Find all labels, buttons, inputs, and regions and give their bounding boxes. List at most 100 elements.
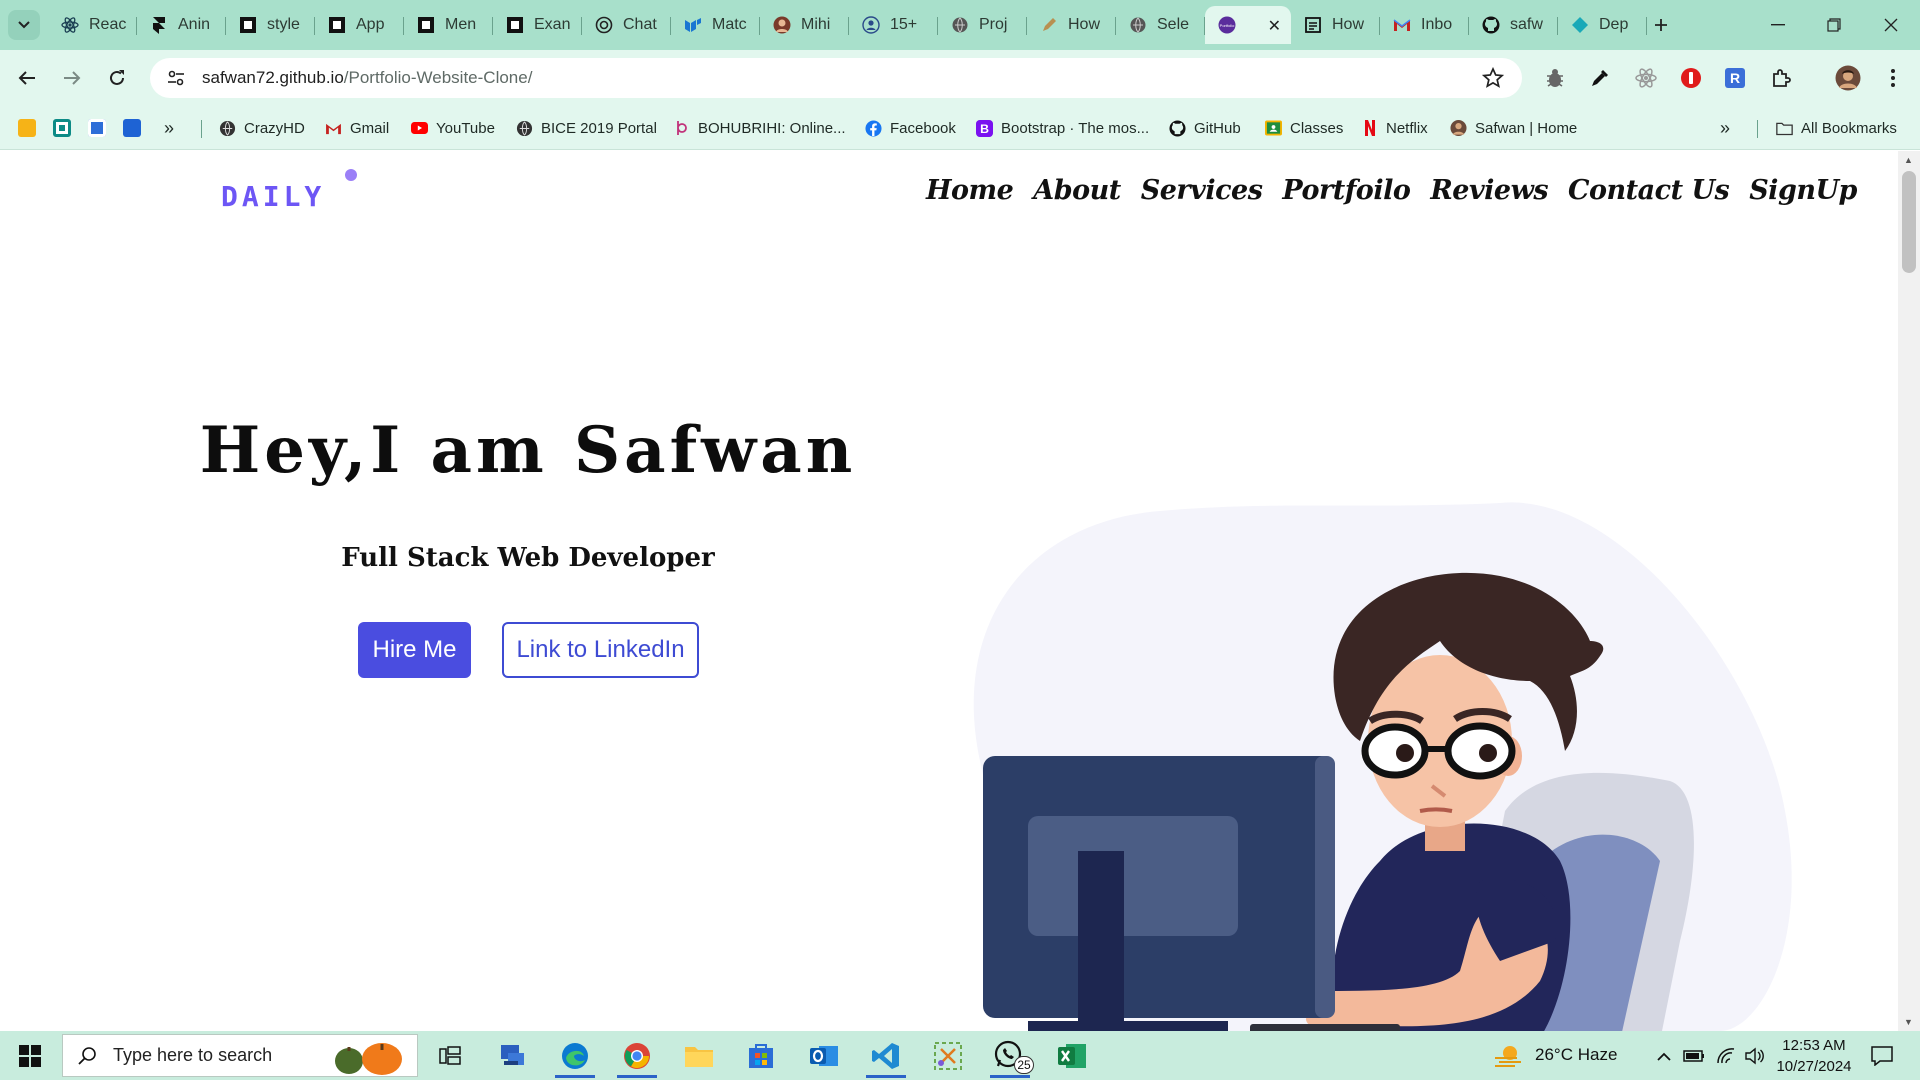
tab[interactable]: Proj bbox=[938, 6, 1027, 44]
weather-widget-icon[interactable] bbox=[1488, 1034, 1528, 1078]
profile-avatar-icon[interactable] bbox=[1834, 64, 1862, 92]
task-view-button[interactable] bbox=[424, 1034, 476, 1078]
bookmark-app-blue[interactable] bbox=[88, 114, 106, 142]
taskbar-app-vscode[interactable] bbox=[860, 1034, 912, 1078]
battery-tray-icon[interactable] bbox=[1680, 1034, 1708, 1078]
taskbar-app-network-tool[interactable] bbox=[487, 1034, 539, 1078]
tab[interactable]: How bbox=[1027, 6, 1116, 44]
bookmark-item[interactable]: Classes bbox=[1265, 114, 1343, 142]
back-button[interactable] bbox=[13, 64, 41, 92]
linkedin-button[interactable]: Link to LinkedIn bbox=[502, 622, 699, 678]
close-window-button[interactable] bbox=[1862, 0, 1920, 50]
taskbar-app-outlook[interactable] bbox=[798, 1034, 850, 1078]
bookmarks-overflow-left[interactable]: » bbox=[164, 114, 174, 142]
hire-me-button[interactable]: Hire Me bbox=[358, 622, 471, 678]
tab[interactable]: Inbo bbox=[1380, 6, 1469, 44]
eyedropper-extension-icon[interactable] bbox=[1587, 65, 1613, 91]
bookmark-item[interactable]: YouTube bbox=[411, 114, 495, 142]
scroll-thumb[interactable] bbox=[1902, 171, 1916, 273]
taskbar-app-excel[interactable] bbox=[1046, 1034, 1098, 1078]
reload-button[interactable] bbox=[103, 64, 131, 92]
scroll-down-arrow-icon[interactable]: ▼ bbox=[1904, 1017, 1913, 1027]
new-tab-button[interactable] bbox=[1648, 12, 1674, 38]
bookmark-item[interactable]: Gmail bbox=[325, 114, 389, 142]
bookmark-item[interactable]: CrazyHD bbox=[219, 114, 305, 142]
tab[interactable]: Men bbox=[404, 6, 493, 44]
react-devtools-icon[interactable] bbox=[1633, 65, 1659, 91]
site-info-icon[interactable] bbox=[166, 68, 186, 88]
nav-services[interactable]: Services bbox=[1141, 175, 1263, 206]
nav-reviews[interactable]: Reviews bbox=[1430, 175, 1548, 206]
tab-active[interactable]: Portfolio ✕ bbox=[1205, 6, 1291, 44]
taskbar-app-whatsapp[interactable]: 25 bbox=[984, 1034, 1036, 1078]
taskbar-app-snipping[interactable] bbox=[922, 1034, 974, 1078]
start-button[interactable] bbox=[0, 1031, 60, 1080]
tab[interactable]: Sele bbox=[1116, 6, 1205, 44]
tab[interactable]: 15+ bbox=[849, 6, 938, 44]
arrow-right-icon bbox=[64, 71, 81, 85]
tab[interactable]: safw bbox=[1469, 6, 1558, 44]
taskbar-clock[interactable]: 12:53 AM 10/27/2024 bbox=[1770, 1035, 1858, 1077]
stop-extension-icon[interactable] bbox=[1678, 65, 1704, 91]
tab[interactable]: style bbox=[226, 6, 315, 44]
taskbar-app-store[interactable] bbox=[735, 1034, 787, 1078]
bookmark-label: Classes bbox=[1290, 119, 1344, 137]
close-tab-icon[interactable]: ✕ bbox=[1268, 16, 1281, 36]
tab[interactable]: App bbox=[315, 6, 404, 44]
taskbar-app-file-explorer[interactable] bbox=[673, 1034, 725, 1078]
chrome-menu-icon[interactable] bbox=[1880, 65, 1906, 91]
all-bookmarks-button[interactable]: All Bookmarks bbox=[1776, 114, 1897, 142]
nav-contact[interactable]: Contact Us bbox=[1568, 175, 1730, 206]
bookmark-item[interactable]: Facebook bbox=[865, 114, 956, 142]
bookmark-item[interactable]: Safwan | Home bbox=[1450, 114, 1577, 142]
tab[interactable]: Dep bbox=[1558, 6, 1647, 44]
tab-search-button[interactable] bbox=[8, 10, 40, 40]
address-bar[interactable]: safwan72.github.io/Portfolio-Website-Clo… bbox=[150, 58, 1522, 98]
tab[interactable]: Exan bbox=[493, 6, 582, 44]
volume-tray-icon[interactable] bbox=[1740, 1034, 1768, 1078]
nav-portfolio[interactable]: Portfoilo bbox=[1282, 175, 1410, 206]
extensions-puzzle-icon[interactable] bbox=[1768, 65, 1794, 91]
taskbar-search[interactable]: Type here to search bbox=[62, 1034, 418, 1077]
mui-icon bbox=[684, 16, 702, 34]
tab-title: 15+ bbox=[890, 16, 918, 33]
network-tray-icon[interactable] bbox=[1712, 1034, 1740, 1078]
bookmark-item[interactable]: BOHUBRIHI: Online... bbox=[673, 114, 846, 142]
restore-button[interactable] bbox=[1805, 0, 1863, 50]
bookmark-item[interactable]: B Bootstrap · The mos... bbox=[976, 114, 1149, 142]
bookmark-app-teal[interactable] bbox=[53, 114, 71, 142]
minimize-button[interactable] bbox=[1749, 0, 1807, 50]
bug-extension-icon[interactable] bbox=[1542, 65, 1568, 91]
tab[interactable]: Anin bbox=[137, 6, 226, 44]
bookmark-item[interactable]: GitHub bbox=[1169, 114, 1241, 142]
tray-overflow-button[interactable] bbox=[1652, 1034, 1676, 1078]
tab[interactable]: Mihi bbox=[760, 6, 849, 44]
tab[interactable]: How bbox=[1291, 6, 1380, 44]
bookmark-label: Facebook bbox=[890, 119, 956, 137]
bookmarks-overflow-right[interactable]: » bbox=[1720, 114, 1730, 142]
nav-about[interactable]: About bbox=[1033, 175, 1121, 206]
site-logo[interactable]: DAILY bbox=[221, 180, 325, 213]
tab[interactable]: Reac bbox=[48, 6, 137, 44]
nav-signup[interactable]: SignUp bbox=[1749, 175, 1857, 206]
page-scrollbar[interactable]: ▲ ▼ bbox=[1898, 151, 1920, 1031]
bookmark-app-yellow[interactable] bbox=[18, 114, 36, 142]
bookmark-item[interactable]: Netflix bbox=[1361, 114, 1428, 142]
forward-button[interactable] bbox=[58, 64, 86, 92]
taskbar-app-edge[interactable] bbox=[549, 1034, 601, 1078]
codepen-icon bbox=[506, 16, 524, 34]
nav-home[interactable]: Home bbox=[926, 175, 1014, 206]
bookmark-item[interactable]: BICE 2019 Portal bbox=[516, 114, 657, 142]
outlook-icon bbox=[810, 1046, 838, 1066]
battery-icon bbox=[1683, 1050, 1704, 1062]
bookmark-star-icon[interactable] bbox=[1481, 66, 1505, 94]
tab[interactable]: Chat bbox=[582, 6, 671, 44]
weather-text[interactable]: 26°C Haze bbox=[1535, 1045, 1617, 1065]
scroll-up-arrow-icon[interactable]: ▲ bbox=[1904, 155, 1913, 165]
tab[interactable]: Matc bbox=[671, 6, 760, 44]
r-extension-icon[interactable]: R bbox=[1722, 65, 1748, 91]
codepen-icon bbox=[239, 16, 257, 34]
notification-center-button[interactable] bbox=[1862, 1034, 1902, 1078]
taskbar-app-chrome[interactable] bbox=[611, 1034, 663, 1078]
bookmark-app-blue-2[interactable] bbox=[123, 114, 141, 142]
